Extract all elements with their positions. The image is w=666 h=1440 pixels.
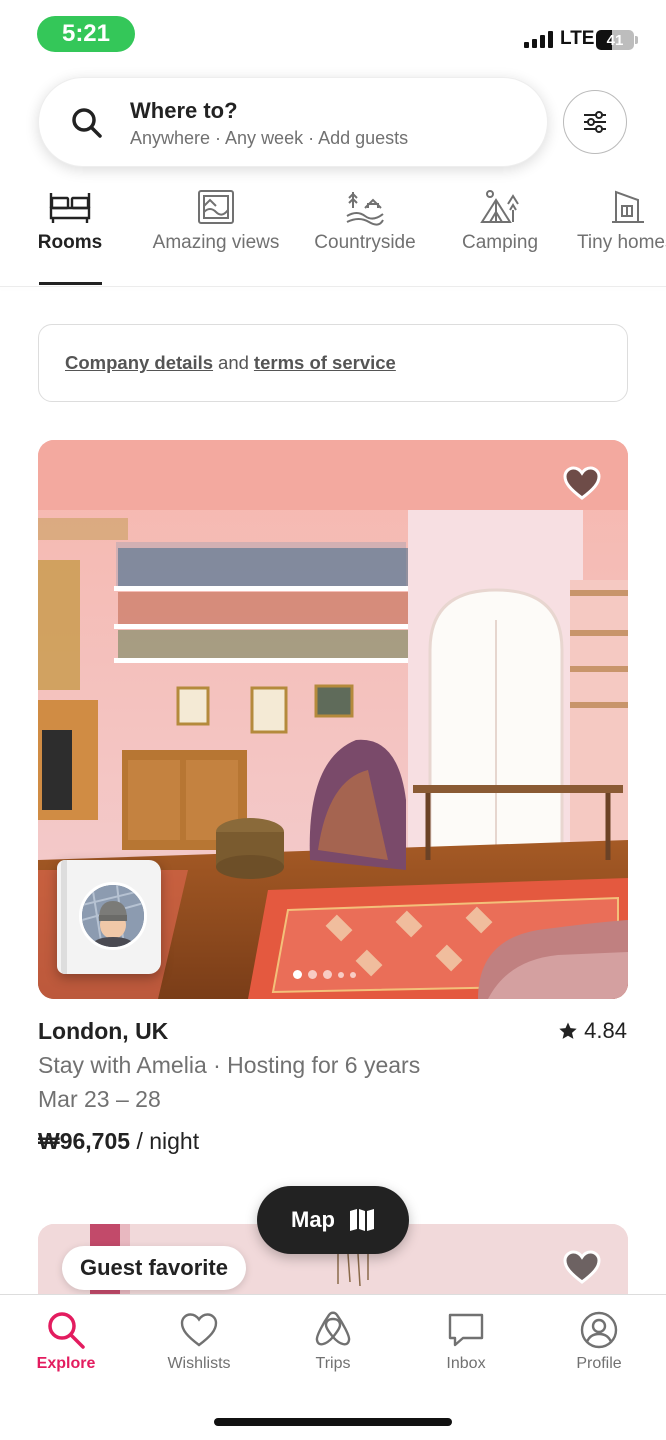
search-bar[interactable]: Where to? Anywhere · Any week · Add gues… — [38, 77, 548, 167]
search-icon — [48, 1312, 85, 1349]
category-amazing-views[interactable]: Amazing views — [145, 188, 287, 286]
category-label: Camping — [461, 232, 539, 253]
category-countryside[interactable]: Countryside — [305, 188, 425, 286]
chat-icon — [448, 1313, 484, 1347]
map-button[interactable]: Map — [257, 1186, 409, 1254]
category-camping[interactable]: Camping — [450, 188, 550, 286]
search-icon — [72, 108, 102, 138]
nav-profile[interactable]: Profile — [544, 1309, 654, 1373]
signal-icon — [524, 30, 553, 48]
pagination-dot — [308, 970, 317, 979]
nav-label: Explore — [36, 1355, 96, 1372]
status-time: 5:21 — [37, 16, 135, 52]
bed-icon — [49, 193, 91, 223]
nav-trips[interactable]: Trips — [278, 1309, 388, 1373]
star-icon — [559, 1022, 577, 1039]
notice-connector: and — [218, 352, 249, 373]
home-indicator — [214, 1418, 452, 1426]
nav-label: Inbox — [446, 1355, 486, 1372]
search-title: Where to? — [130, 98, 238, 123]
pagination-dot — [293, 970, 302, 979]
network-label: LTE — [560, 28, 595, 49]
map-button-label: Map — [291, 1207, 335, 1232]
battery-level: 41 — [606, 31, 624, 49]
category-label: Countryside — [314, 232, 416, 253]
tent-icon — [480, 190, 519, 223]
category-tiny-homes[interactable]: Tiny homes — [572, 188, 666, 286]
airbnb-logo-icon — [315, 1311, 351, 1346]
guest-favorite-badge: Guest favorite — [62, 1246, 246, 1290]
filter-icon — [584, 111, 606, 133]
listing-location[interactable]: London, UK — [38, 1018, 168, 1045]
terms-of-service-link[interactable]: terms of service — [254, 352, 396, 374]
price-amount: ₩96,705 — [38, 1128, 131, 1154]
nav-label: Profile — [576, 1355, 622, 1372]
rating-value: 4.84 — [584, 1018, 627, 1043]
wishlist-heart-icon[interactable] — [562, 1248, 602, 1288]
wishlist-heart-icon[interactable] — [562, 464, 602, 504]
category-label: Tiny homes — [577, 232, 666, 253]
listing-rating: 4.84 — [558, 1018, 627, 1044]
battery-icon: 41 — [596, 30, 634, 50]
host-card[interactable] — [57, 860, 161, 974]
pagination-dot — [323, 970, 332, 979]
battery-tip — [635, 36, 638, 44]
category-label: Rooms — [37, 232, 103, 253]
category-active-indicator — [39, 282, 102, 285]
host-avatar — [79, 882, 147, 950]
listing-dates: Mar 23 – 28 — [38, 1086, 161, 1112]
status-bar: 5:21 LTE 41 — [0, 0, 666, 70]
nav-explore[interactable]: Explore — [11, 1309, 121, 1373]
picture-icon — [198, 190, 234, 224]
company-details-link[interactable]: Company details — [65, 352, 213, 374]
countryside-icon — [346, 192, 384, 226]
search-subtitle: Anywhere · Any week · Add guests — [130, 128, 409, 148]
category-label: Amazing views — [152, 232, 280, 253]
listing-host-info: Stay with Amelia · Hosting for 6 years — [38, 1052, 421, 1078]
category-divider — [0, 286, 666, 287]
map-icon — [350, 1209, 374, 1231]
legal-notice: Company details and terms of service — [38, 324, 628, 402]
nav-label: Wishlists — [167, 1355, 231, 1372]
price-unit: / night — [136, 1128, 200, 1154]
category-rooms[interactable]: Rooms — [24, 188, 116, 286]
listing-price: ₩96,705 / night — [38, 1128, 199, 1155]
filter-button[interactable] — [563, 90, 627, 154]
nav-label: Trips — [315, 1355, 351, 1372]
category-bar: Rooms Amazing views Countryside Camping … — [0, 188, 666, 286]
heart-icon — [180, 1313, 218, 1347]
pagination-dot — [338, 971, 344, 978]
nav-wishlists[interactable]: Wishlists — [144, 1309, 254, 1373]
pagination-dot — [350, 971, 356, 978]
nav-inbox[interactable]: Inbox — [411, 1309, 521, 1373]
user-circle-icon — [580, 1311, 618, 1349]
tiny-home-icon — [612, 190, 644, 223]
photo-pagination — [293, 970, 356, 979]
